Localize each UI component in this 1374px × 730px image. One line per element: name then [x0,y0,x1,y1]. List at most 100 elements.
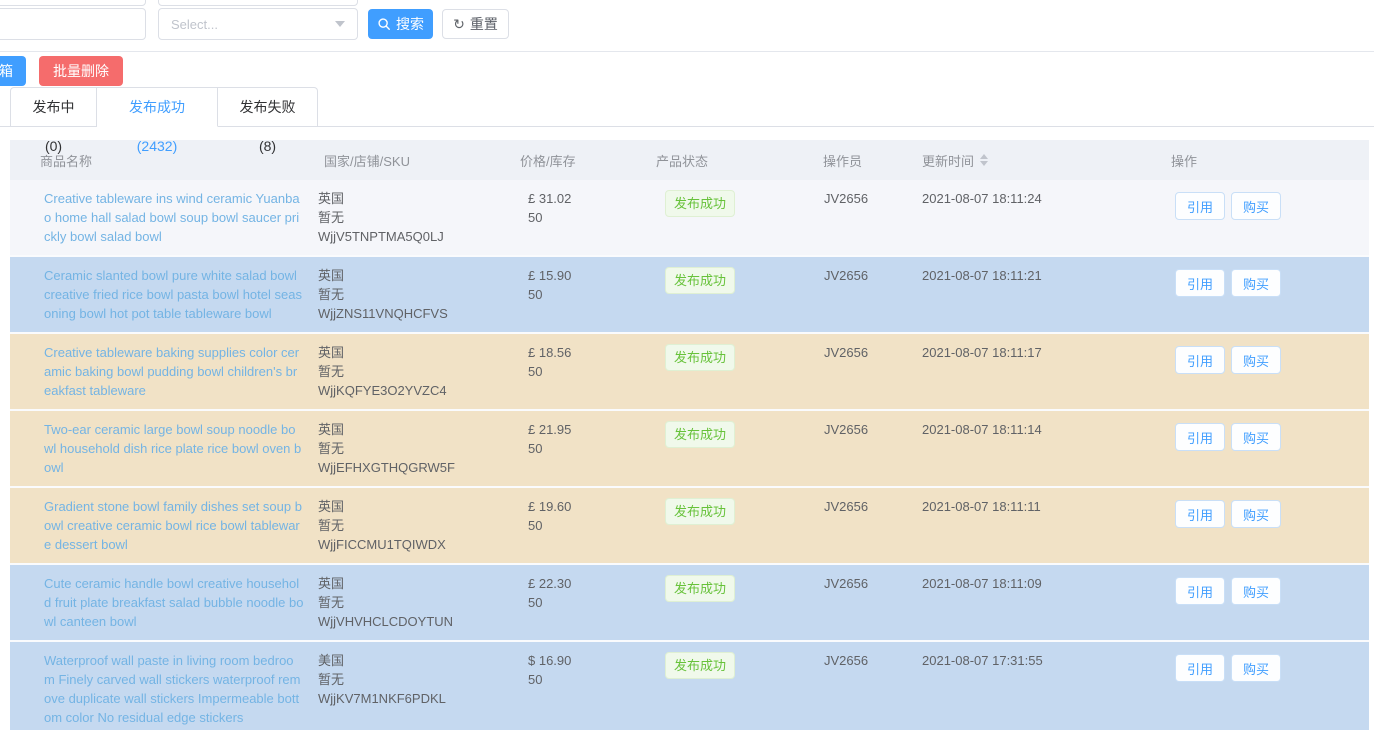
store-label: 暂无 [318,439,508,458]
filter-input-partial-1[interactable] [0,0,146,6]
product-name-link[interactable]: Ceramic slanted bowl pure white salad bo… [44,266,304,323]
table-row: Creative tableware baking supplies color… [10,334,1369,411]
buy-button[interactable]: 购买 [1231,423,1281,451]
status-badge: 发布成功 [665,267,735,294]
tab-publish-success[interactable]: 发布成功(2432) [97,87,218,127]
product-name-link[interactable]: Waterproof wall paste in living room bed… [44,651,304,727]
operator-value: JV2656 [818,488,914,563]
product-name-link[interactable]: Creative tableware baking supplies color… [44,343,304,400]
batch-delete-button[interactable]: 批量删除 [39,56,123,86]
country-label: 美国 [318,651,508,670]
filter-input-partial-2[interactable] [158,0,358,6]
status-badge: 发布成功 [665,421,735,448]
refresh-icon: ↻ [453,17,465,31]
table-row: Ceramic slanted bowl pure white salad bo… [10,257,1369,334]
operator-value: JV2656 [818,334,914,409]
updated-time-value: 2021-08-07 18:11:14 [914,411,1165,486]
store-label: 暂无 [318,516,508,535]
updated-time-value: 2021-08-07 18:11:17 [914,334,1165,409]
quote-button[interactable]: 引用 [1175,577,1225,605]
price-value: £ 18.56 [528,343,650,362]
sku-label: WjjZNS11VNQHCFVS [318,304,508,323]
select-placeholder: Select... [171,17,218,32]
country-label: 英国 [318,189,508,208]
stock-value: 50 [528,516,650,535]
product-name-link[interactable]: Two-ear ceramic large bowl soup noodle b… [44,420,304,477]
status-badge: 发布成功 [665,652,735,679]
product-name-link[interactable]: Creative tableware ins wind ceramic Yuan… [44,189,304,246]
country-label: 英国 [318,266,508,285]
buy-button[interactable]: 购买 [1231,577,1281,605]
col-header-operator: 操作员 [818,151,914,170]
reset-button-label: 重置 [470,14,498,34]
store-label: 暂无 [318,208,508,227]
quote-button[interactable]: 引用 [1175,654,1225,682]
price-value: £ 22.30 [528,574,650,593]
search-button[interactable]: 搜索 [368,9,433,39]
filter-bar: Select... 搜索 ↻ 重置 [0,0,1374,52]
table-header: 商品名称 国家/店铺/SKU 价格/库存 产品状态 操作员 更新时间 操作 [10,140,1369,180]
status-badge: 发布成功 [665,344,735,371]
col-header-country-shop-sku: 国家/店铺/SKU [318,151,508,170]
sku-label: WjjVHVHCLCDOYTUN [318,612,508,631]
stock-value: 50 [528,285,650,304]
tab-publishing[interactable]: 发布中(0) [10,87,97,127]
country-label: 英国 [318,343,508,362]
price-value: £ 31.02 [528,189,650,208]
table-row: Creative tableware ins wind ceramic Yuan… [10,180,1369,257]
sku-label: WjjEFHXGTHQGRW5F [318,458,508,477]
status-select[interactable]: Select... [158,8,358,40]
col-header-price-stock: 价格/库存 [508,151,650,170]
stock-value: 50 [528,362,650,381]
quote-button[interactable]: 引用 [1175,269,1225,297]
tab-publish-failed[interactable]: 发布失败(8) [218,87,318,127]
updated-time-value: 2021-08-07 18:11:24 [914,180,1165,255]
keyword-input[interactable] [0,8,146,40]
buy-button[interactable]: 购买 [1231,654,1281,682]
table-row: Waterproof wall paste in living room bed… [10,642,1369,730]
col-header-actions: 操作 [1165,151,1369,170]
store-label: 暂无 [318,670,508,689]
status-tabs: 发布中(0) 发布成功(2432) 发布失败(8) [10,87,318,127]
quote-button[interactable]: 引用 [1175,192,1225,220]
quote-button[interactable]: 引用 [1175,423,1225,451]
price-value: $ 16.90 [528,651,650,670]
country-label: 英国 [318,420,508,439]
buy-button[interactable]: 购买 [1231,346,1281,374]
table-row: Cute ceramic handle bowl creative househ… [10,565,1369,642]
status-badge: 发布成功 [665,575,735,602]
operator-value: JV2656 [818,257,914,332]
quote-button[interactable]: 引用 [1175,346,1225,374]
price-value: £ 19.60 [528,497,650,516]
buy-button[interactable]: 购买 [1231,500,1281,528]
reset-button[interactable]: ↻ 重置 [442,9,509,39]
price-value: £ 15.90 [528,266,650,285]
price-value: £ 21.95 [528,420,650,439]
sort-icon[interactable] [980,154,988,166]
product-name-link[interactable]: Cute ceramic handle bowl creative househ… [44,574,304,631]
table-row: Two-ear ceramic large bowl soup noodle b… [10,411,1369,488]
table-body: Creative tableware ins wind ceramic Yuan… [10,180,1369,730]
col-header-product-status: 产品状态 [650,151,818,170]
status-badge: 发布成功 [665,190,735,217]
sku-label: WjjKV7M1NKF6PDKL [318,689,508,708]
buy-button[interactable]: 购买 [1231,192,1281,220]
product-name-link[interactable]: Gradient stone bowl family dishes set so… [44,497,304,554]
sku-label: WjjKQFYE3O2YVZC4 [318,381,508,400]
buy-button[interactable]: 购买 [1231,269,1281,297]
country-label: 英国 [318,497,508,516]
updated-time-value: 2021-08-07 18:11:09 [914,565,1165,640]
table-row: Gradient stone bowl family dishes set so… [10,488,1369,565]
quote-button[interactable]: 引用 [1175,500,1225,528]
chevron-down-icon [335,21,345,27]
col-header-updated-time[interactable]: 更新时间 [914,151,1165,170]
updated-time-label: 更新时间 [922,151,974,170]
store-label: 暂无 [318,593,508,612]
move-to-box-button[interactable]: 箱 [0,56,26,86]
updated-time-value: 2021-08-07 18:11:21 [914,257,1165,332]
sku-label: WjjV5TNPTMA5Q0LJ [318,227,508,246]
search-icon [377,17,391,31]
horizontal-divider [0,51,1374,52]
stock-value: 50 [528,593,650,612]
operator-value: JV2656 [818,565,914,640]
